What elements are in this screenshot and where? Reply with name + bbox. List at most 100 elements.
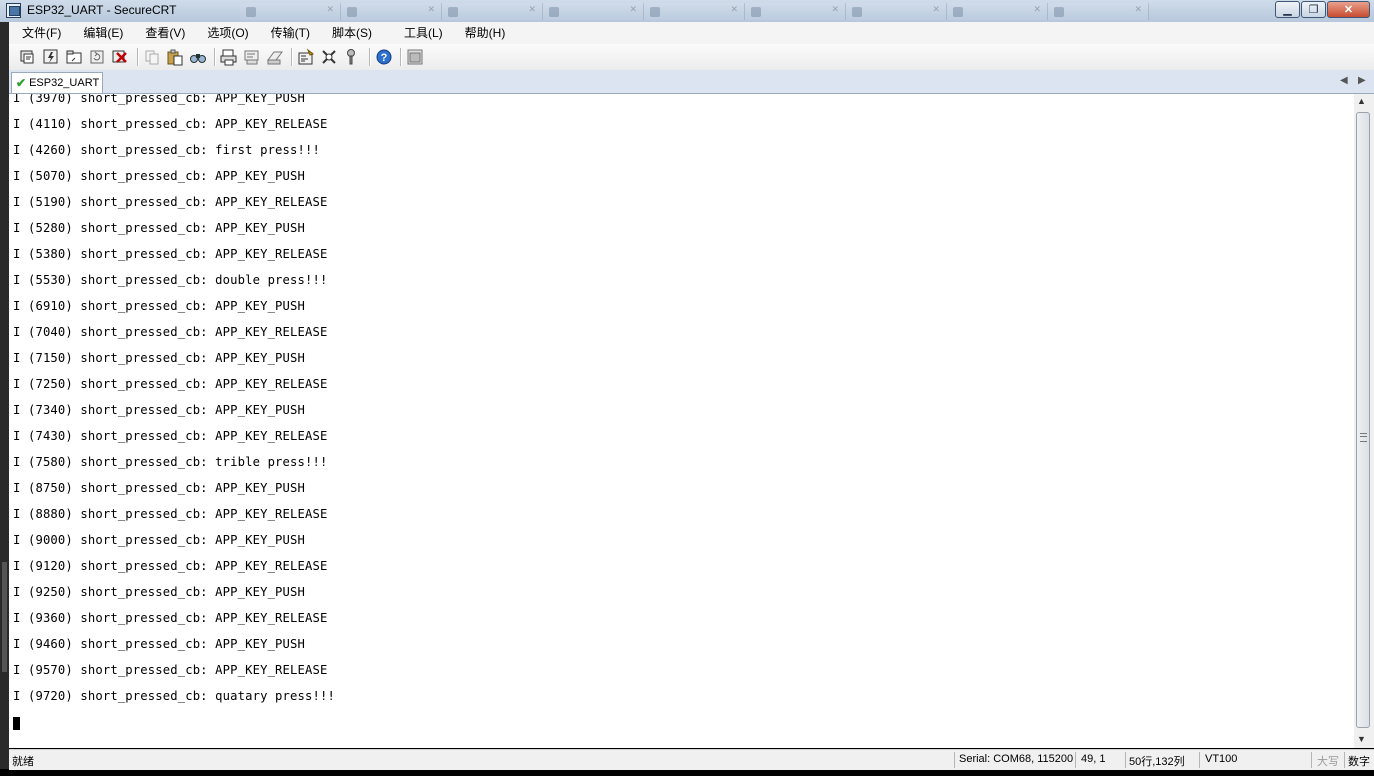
scroll-down-icon[interactable]: ▼ bbox=[1357, 734, 1366, 744]
scroll-up-icon[interactable]: ▲ bbox=[1357, 96, 1366, 106]
global-options-icon bbox=[322, 50, 336, 64]
terminal-line: I (7580) short_pressed_cb: trible press!… bbox=[13, 455, 328, 469]
terminal-cursor bbox=[13, 717, 20, 730]
terminal-line: I (7250) short_pressed_cb: APP_KEY_RELEA… bbox=[13, 377, 328, 391]
status-bar: 就绪 Serial: COM68, 115200 49, 1 50行,132列 … bbox=[9, 749, 1374, 770]
quick-connect-icon bbox=[43, 49, 58, 64]
background-tab bbox=[745, 3, 846, 20]
close-icon: ✕ bbox=[1343, 4, 1354, 16]
help-icon: ? bbox=[376, 49, 392, 65]
maximize-icon: ❐ bbox=[1308, 4, 1319, 16]
menu-bar: 文件(F) 编辑(E) 查看(V) 选项(O) 传输(T) 脚本(S) 工具(L… bbox=[9, 22, 1374, 44]
quick-connect-button[interactable] bbox=[42, 48, 60, 66]
sftp-button[interactable] bbox=[406, 48, 424, 66]
toolbar: ? bbox=[9, 44, 1374, 71]
print-setup-icon bbox=[267, 51, 283, 65]
terminal-line: I (5530) short_pressed_cb: double press!… bbox=[13, 273, 328, 287]
scroll-thumb[interactable] bbox=[1356, 112, 1370, 728]
terminal-line: I (7150) short_pressed_cb: APP_KEY_PUSH bbox=[13, 351, 306, 365]
vertical-scrollbar[interactable]: ▲ ▼ bbox=[1354, 94, 1374, 748]
tab-scroll-right-icon[interactable]: ▶ bbox=[1358, 75, 1366, 86]
background-tab bbox=[543, 3, 644, 20]
copy-icon bbox=[145, 50, 159, 65]
tab-esp32-uart[interactable]: ✔ ESP32_UART bbox=[11, 72, 103, 93]
menu-options[interactable]: 选项(O) bbox=[200, 22, 255, 44]
find-icon bbox=[190, 54, 206, 63]
keymap-icon bbox=[347, 49, 355, 65]
background-tab bbox=[846, 3, 947, 20]
title-bar: ESP32_UART - SecureCRT ▁ ❐ ✕ bbox=[0, 0, 1374, 22]
menu-tools[interactable]: 工具(L) bbox=[397, 22, 450, 44]
background-tab bbox=[341, 3, 442, 20]
tab-scroll-left-icon[interactable]: ◀ bbox=[1340, 75, 1348, 86]
terminal-line: I (8750) short_pressed_cb: APP_KEY_PUSH bbox=[13, 481, 306, 495]
connect-button[interactable] bbox=[19, 48, 37, 66]
terminal-line: I (9460) short_pressed_cb: APP_KEY_PUSH bbox=[13, 637, 306, 651]
background-tab bbox=[442, 3, 543, 20]
menu-script[interactable]: 脚本(S) bbox=[325, 22, 379, 44]
reconnect-button[interactable] bbox=[88, 48, 106, 66]
background-tab bbox=[644, 3, 745, 20]
terminal-line: I (5280) short_pressed_cb: APP_KEY_PUSH bbox=[13, 221, 306, 235]
terminal-line: I (5380) short_pressed_cb: APP_KEY_RELEA… bbox=[13, 247, 328, 261]
menu-file[interactable]: 文件(F) bbox=[15, 22, 68, 44]
terminal-line: I (7430) short_pressed_cb: APP_KEY_RELEA… bbox=[13, 429, 328, 443]
find-button[interactable] bbox=[189, 48, 207, 66]
tab-label: ESP32_UART bbox=[29, 77, 100, 89]
terminal-line: I (9000) short_pressed_cb: APP_KEY_PUSH bbox=[13, 533, 306, 547]
disconnect-button[interactable] bbox=[111, 48, 129, 66]
terminal-output[interactable]: I (3970) short_pressed_cb: APP_KEY_PUSH I… bbox=[9, 94, 1354, 748]
menu-transfer[interactable]: 传输(T) bbox=[264, 22, 317, 44]
print-selection-icon bbox=[244, 50, 259, 65]
terminal-line: I (9250) short_pressed_cb: APP_KEY_PUSH bbox=[13, 585, 306, 599]
print-button[interactable] bbox=[220, 48, 238, 66]
terminal-line: I (4110) short_pressed_cb: APP_KEY_RELEA… bbox=[13, 117, 328, 131]
terminal-line: I (9120) short_pressed_cb: APP_KEY_RELEA… bbox=[13, 559, 328, 573]
connect-in-tab-icon bbox=[66, 50, 82, 64]
window-controls: ▁ ❐ ✕ bbox=[1274, 1, 1370, 18]
svg-text:?: ? bbox=[381, 52, 388, 64]
terminal-line: I (5190) short_pressed_cb: APP_KEY_RELEA… bbox=[13, 195, 328, 209]
paste-icon bbox=[167, 49, 183, 66]
left-window-edge bbox=[0, 22, 9, 769]
status-num-lock: 数字 bbox=[1348, 756, 1370, 768]
sftp-icon bbox=[407, 49, 423, 65]
connected-check-icon: ✔ bbox=[16, 76, 27, 90]
copy-button[interactable] bbox=[143, 48, 161, 66]
terminal-line: I (4260) short_pressed_cb: first press!!… bbox=[13, 143, 320, 157]
help-button[interactable]: ? bbox=[375, 48, 393, 66]
print-icon bbox=[220, 49, 237, 66]
status-caps-lock: 大写 bbox=[1317, 756, 1339, 768]
menu-view[interactable]: 查看(V) bbox=[138, 22, 192, 44]
status-ready: 就绪 bbox=[12, 756, 34, 768]
status-terminal-size: 50行,132列 bbox=[1129, 756, 1185, 768]
print-setup-button[interactable] bbox=[266, 48, 284, 66]
minimize-icon: ▁ bbox=[1283, 4, 1292, 16]
keymap-button[interactable] bbox=[343, 48, 361, 66]
scroll-grip-icon bbox=[1360, 433, 1367, 442]
status-connection: Serial: COM68, 115200 bbox=[959, 753, 1074, 765]
session-tab-bar: ✔ ESP32_UART ◀ ▶ bbox=[9, 70, 1374, 94]
maximize-button[interactable]: ❐ bbox=[1301, 1, 1326, 18]
menu-help[interactable]: 帮助(H) bbox=[458, 22, 513, 44]
paste-button[interactable] bbox=[166, 48, 184, 66]
global-options-button[interactable] bbox=[320, 48, 338, 66]
print-selection-button[interactable] bbox=[243, 48, 261, 66]
securecrt-icon bbox=[6, 3, 21, 18]
connect-icon bbox=[20, 50, 34, 64]
terminal-line: I (7040) short_pressed_cb: APP_KEY_RELEA… bbox=[13, 325, 328, 339]
menu-edit[interactable]: 编辑(E) bbox=[76, 22, 130, 44]
close-button[interactable]: ✕ bbox=[1327, 1, 1370, 18]
background-tab bbox=[1048, 3, 1149, 20]
status-cursor-position: 49, 1 bbox=[1081, 753, 1106, 765]
session-options-button[interactable] bbox=[297, 48, 315, 66]
background-taskbar-tabs bbox=[240, 3, 1149, 20]
connect-in-tab-button[interactable] bbox=[65, 48, 83, 66]
terminal-line: I (7340) short_pressed_cb: APP_KEY_PUSH bbox=[13, 403, 306, 417]
disconnect-icon bbox=[112, 50, 127, 63]
terminal-line: I (6910) short_pressed_cb: APP_KEY_PUSH bbox=[13, 299, 306, 313]
session-options-icon bbox=[298, 48, 315, 65]
minimize-button[interactable]: ▁ bbox=[1275, 1, 1300, 18]
reconnect-icon bbox=[90, 50, 104, 64]
terminal-line: I (9360) short_pressed_cb: APP_KEY_RELEA… bbox=[13, 611, 328, 625]
